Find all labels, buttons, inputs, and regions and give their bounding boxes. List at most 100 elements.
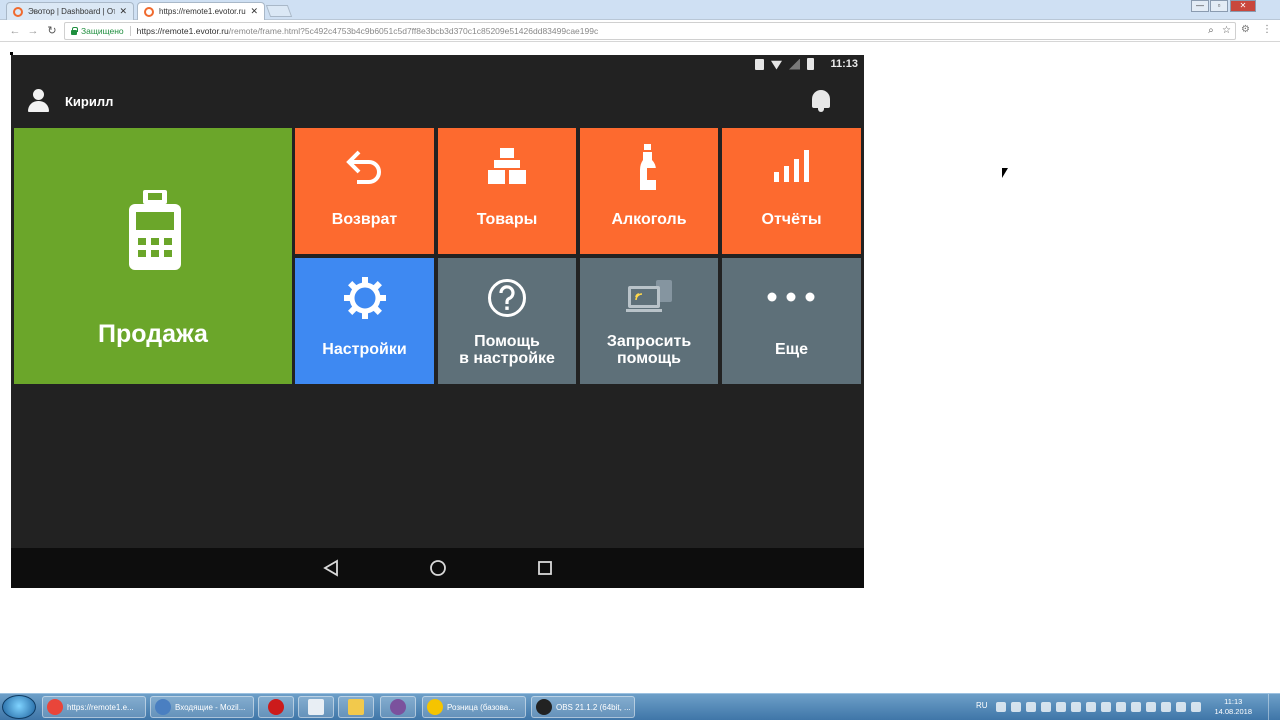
new-tab-button[interactable] bbox=[265, 5, 293, 17]
tab-close-icon[interactable]: ✕ bbox=[250, 6, 258, 17]
tile-reports[interactable]: Отчёты bbox=[722, 128, 861, 254]
home-circle-icon[interactable] bbox=[429, 559, 447, 577]
zoom-icon[interactable]: ⌕ bbox=[1208, 25, 1214, 36]
window-app-icon bbox=[308, 699, 324, 715]
tray-icon[interactable] bbox=[1011, 702, 1021, 712]
battery-icon bbox=[807, 58, 814, 70]
tile-sale[interactable]: Продажа bbox=[14, 128, 292, 384]
recents-square-icon[interactable] bbox=[536, 559, 554, 577]
tray-icon[interactable] bbox=[1026, 702, 1036, 712]
taskbar-item-app[interactable] bbox=[298, 696, 334, 718]
tile-request-help[interactable]: Запросить помощь bbox=[580, 258, 718, 384]
clock-time: 11:13 bbox=[1224, 697, 1243, 706]
tile-more[interactable]: Еще bbox=[722, 258, 861, 384]
tray-icon[interactable] bbox=[1161, 702, 1171, 712]
tile-request-help-label-1: Запросить bbox=[606, 333, 692, 350]
close-window-button[interactable]: ✕ bbox=[1230, 0, 1256, 12]
taskbar-item-label: https://remote1.e... bbox=[67, 702, 134, 712]
notification-bell-icon[interactable] bbox=[810, 88, 832, 114]
tray-icon[interactable] bbox=[1041, 702, 1051, 712]
question-circle-icon bbox=[488, 279, 526, 317]
tile-settings-label: Настройки bbox=[322, 341, 407, 358]
taskbar-item-opera[interactable] bbox=[258, 696, 294, 718]
language-indicator[interactable]: RU bbox=[976, 701, 988, 710]
user-avatar-icon[interactable] bbox=[27, 89, 49, 113]
chrome-icon bbox=[47, 699, 63, 715]
android-status-bar: 11:13 bbox=[11, 55, 864, 73]
tile-sale-label: Продажа bbox=[98, 320, 208, 348]
browser-tab-strip: Эвотор | Dashboard | От ✕ https://remote… bbox=[0, 0, 1280, 20]
status-time: 11:13 bbox=[830, 58, 858, 70]
taskbar-item-label: OBS 21.1.2 (64bit, ... bbox=[556, 702, 631, 712]
no-signal-icon bbox=[789, 58, 800, 70]
evotor-favicon-icon bbox=[13, 6, 23, 17]
tile-setup-help-label-2: в настройке bbox=[459, 350, 555, 367]
maximize-button[interactable]: ▫ bbox=[1210, 0, 1228, 12]
taskbar-item-label: Розница (базова... bbox=[447, 702, 515, 712]
tray-icon[interactable] bbox=[1086, 702, 1096, 712]
tray-icon[interactable] bbox=[1191, 702, 1201, 712]
tab-close-icon[interactable]: ✕ bbox=[119, 6, 127, 17]
tile-return[interactable]: Возврат bbox=[295, 128, 434, 254]
tray-icon[interactable] bbox=[1056, 702, 1066, 712]
back-button[interactable]: ← bbox=[8, 23, 22, 39]
tile-return-label: Возврат bbox=[331, 211, 398, 228]
payment-terminal-icon bbox=[129, 190, 181, 270]
omnibox-actions: ⌕ ☆ bbox=[1208, 25, 1231, 36]
show-desktop-button[interactable] bbox=[1268, 694, 1280, 720]
url-separator bbox=[129, 26, 131, 36]
tile-alcohol[interactable]: Алкоголь bbox=[580, 128, 718, 254]
tray-icon[interactable] bbox=[1101, 702, 1111, 712]
address-bar[interactable]: Защищено https://remote1.evotor.ru /remo… bbox=[64, 22, 1236, 40]
minimize-button[interactable]: — bbox=[1191, 0, 1209, 12]
tile-setup-help[interactable]: Помощь в настройке bbox=[438, 258, 576, 384]
tray-icon[interactable] bbox=[1131, 702, 1141, 712]
tray-icon[interactable] bbox=[996, 702, 1006, 712]
browser-menu-icon[interactable]: ⋮ bbox=[1262, 24, 1272, 35]
undo-arrow-icon bbox=[346, 150, 381, 184]
tile-request-help-label-2: помощь bbox=[617, 350, 681, 367]
user-name[interactable]: Кирилл bbox=[65, 94, 113, 109]
app-header: Кирилл bbox=[11, 77, 864, 127]
tray-icon[interactable] bbox=[1116, 702, 1126, 712]
bottle-icon bbox=[640, 144, 656, 190]
thunderbird-icon bbox=[155, 699, 171, 715]
start-button[interactable] bbox=[2, 695, 36, 719]
forward-button[interactable]: → bbox=[26, 23, 40, 39]
system-tray: RU 11:13 14.08.2018 bbox=[968, 694, 1280, 720]
browser-tab-dashboard[interactable]: Эвотор | Dashboard | От ✕ bbox=[6, 2, 134, 20]
gear-icon bbox=[344, 277, 386, 319]
tray-icon[interactable] bbox=[1146, 702, 1156, 712]
taskbar-item-thunderbird[interactable]: Входящие - Mozil... bbox=[150, 696, 254, 718]
back-triangle-icon[interactable] bbox=[323, 559, 339, 577]
tray-icon[interactable] bbox=[1071, 702, 1081, 712]
taskbar-item-label: Входящие - Mozil... bbox=[175, 702, 246, 712]
viber-icon bbox=[390, 699, 406, 715]
tile-goods-label: Товары bbox=[476, 211, 538, 228]
url-path: /remote/frame.html?5c492c4753b4c9b6051c5… bbox=[228, 26, 599, 36]
1c-icon bbox=[427, 699, 443, 715]
taskbar-item-viber[interactable] bbox=[380, 696, 416, 718]
taskbar-item-explorer[interactable] bbox=[338, 696, 374, 718]
remote-device-screen[interactable]: 11:13 Кирилл Продажа Возврат Товары Алко… bbox=[11, 55, 864, 588]
bookmark-star-icon[interactable]: ☆ bbox=[1222, 25, 1231, 36]
taskbar-item-chrome[interactable]: https://remote1.e... bbox=[42, 696, 146, 718]
obs-icon bbox=[536, 699, 552, 715]
tab-title: Эвотор | Dashboard | От bbox=[28, 7, 116, 16]
tile-goods[interactable]: Товары bbox=[438, 128, 576, 254]
tile-settings[interactable]: Настройки bbox=[295, 258, 434, 384]
taskbar-item-obs[interactable]: OBS 21.1.2 (64bit, ... bbox=[531, 696, 635, 718]
extension-icon[interactable]: ⚙ bbox=[1241, 24, 1250, 35]
taskbar-item-1c[interactable]: Розница (базова... bbox=[422, 696, 526, 718]
browser-tab-remote[interactable]: https://remote1.evotor.ru ✕ bbox=[137, 2, 265, 20]
url-host: https://remote1.evotor.ru bbox=[136, 26, 229, 36]
secure-label: Защищено bbox=[81, 26, 124, 36]
taskbar-clock[interactable]: 11:13 14.08.2018 bbox=[1214, 697, 1252, 717]
browser-toolbar: ← → ↻ Защищено https://remote1.evotor.ru… bbox=[0, 20, 1280, 42]
boxes-icon bbox=[488, 148, 526, 184]
reload-button[interactable]: ↻ bbox=[45, 23, 59, 39]
tile-reports-label: Отчёты bbox=[761, 211, 822, 228]
vibrate-icon bbox=[755, 58, 764, 70]
tray-icon[interactable] bbox=[1176, 702, 1186, 712]
lock-icon bbox=[71, 26, 78, 35]
